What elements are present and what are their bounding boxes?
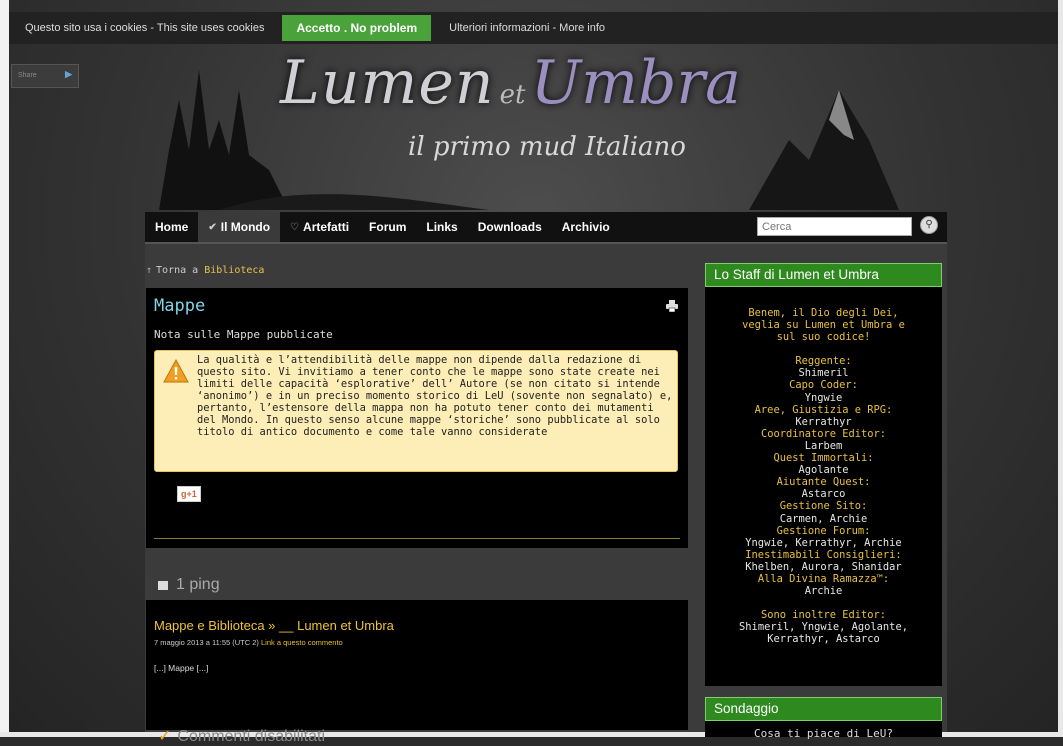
- staff-role: Capo Coder:: [789, 379, 858, 392]
- logo-word-umbra: Umbra: [530, 48, 741, 118]
- heart-icon: ♡: [290, 221, 300, 233]
- editors-names: Shimeril, Yngwie, Agolante,: [739, 621, 908, 634]
- post-divider: [154, 538, 680, 539]
- search-input[interactable]: [757, 217, 912, 236]
- post-subtitle: Nota sulle Mappe pubblicate: [154, 328, 333, 341]
- post-title: Mappe: [154, 296, 206, 316]
- post-article: Mappe Nota sulle Mappe pubblicate La qua…: [146, 288, 688, 548]
- warning-icon: [163, 359, 189, 383]
- logo-word-lumen: Lumen: [280, 48, 495, 118]
- arrow-right-icon: ▶: [65, 69, 72, 79]
- warning-text: La qualità e l’attendibilità delle mappe…: [197, 354, 673, 438]
- staff-role: Aiutante Quest:: [776, 476, 871, 489]
- poll-widget: Sondaggio Cosa ti piace di LeU?: [705, 697, 942, 740]
- nav-item-home[interactable]: Home: [145, 212, 198, 242]
- ping-permalink[interactable]: Link a questo commento: [261, 638, 343, 647]
- breadcrumb: ↑ Torna a Biblioteca: [146, 265, 264, 276]
- breadcrumb-link-biblioteca[interactable]: Biblioteca: [204, 265, 264, 276]
- staff-names: Khelben, Aurora, Shanidar: [745, 560, 902, 573]
- staff-names: Larbem: [804, 439, 843, 452]
- poll-question: Cosa ti piace di LeU?: [753, 727, 894, 740]
- share-tab[interactable]: Share ▶: [11, 64, 79, 88]
- staff-intro-line: sul suo codice!: [776, 331, 871, 344]
- comment-icon: [158, 580, 168, 590]
- ping-excerpt: [...] Mappe [...]: [154, 663, 209, 673]
- staff-role: Gestione Sito:: [779, 500, 868, 513]
- logo-word-et: et: [499, 80, 526, 110]
- accept-cookies-button[interactable]: Accetto . No problem: [282, 15, 432, 41]
- nav-item-links[interactable]: Links: [416, 212, 467, 242]
- site-logo[interactable]: Lumen et Umbra: [280, 48, 741, 118]
- staff-names: Astarco: [801, 488, 846, 501]
- nav-item-artefatti[interactable]: ♡ Artefatti: [280, 212, 359, 242]
- staff-widget: Lo Staff di Lumen et Umbra Benem, il Dio…: [705, 263, 942, 686]
- pings-heading: 1 ping: [158, 576, 220, 594]
- nav-item-il-mondo[interactable]: ✔ Il Mondo: [198, 212, 281, 242]
- staff-names: Agolante: [798, 464, 849, 477]
- share-label: Share: [18, 72, 37, 79]
- staff-role: Coordinatore Editor:: [760, 427, 887, 440]
- nav-item-downloads[interactable]: Downloads: [468, 212, 552, 242]
- cookie-more-info-link[interactable]: Ulteriori informazioni - More info: [449, 22, 605, 34]
- ping-date: 7 maggio 2013 a 11:55 (UTC 2): [154, 638, 259, 647]
- staff-role: Inestimabili Consiglieri:: [745, 548, 902, 561]
- ping-source-link[interactable]: Mappe e Biblioteca » __ Lumen et Umbra: [154, 618, 394, 633]
- staff-widget-body: Benem, il Dio degli Dei, veglia su Lumen…: [705, 287, 942, 645]
- staff-role: Aree, Giustizia e RPG:: [754, 403, 893, 416]
- comments-closed: ✓ Commenti disabilitati: [158, 728, 326, 745]
- staff-role: Reggente:: [795, 355, 852, 368]
- staff-intro-line: veglia su Lumen et Umbra e: [742, 319, 905, 332]
- staff-widget-title: Lo Staff di Lumen et Umbra: [705, 263, 942, 287]
- right-frame: [1058, 0, 1063, 737]
- staff-role: Alla Divina Ramazza™:: [757, 572, 890, 585]
- cookie-notice-text: Questo sito usa i cookies - This site us…: [25, 22, 265, 34]
- staff-names: Carmen, Archie: [779, 512, 868, 525]
- breadcrumb-prefix: Torna a: [156, 265, 199, 276]
- editors-label: Sono inoltre Editor:: [760, 609, 887, 622]
- staff-role: Gestione Forum:: [776, 524, 871, 537]
- google-plus-one-button[interactable]: g+1: [177, 486, 201, 502]
- cookie-bar: Questo sito usa i cookies - This site us…: [9, 12, 1058, 44]
- ping-meta: 7 maggio 2013 a 11:55 (UTC 2) Link a que…: [154, 638, 343, 647]
- staff-names: Yngwie: [804, 391, 843, 404]
- staff-names: Shimeril: [798, 367, 849, 380]
- left-frame: [0, 0, 9, 737]
- mountain-graphic: [749, 90, 899, 210]
- staff-names: Yngwie, Kerrathyr, Archie: [745, 536, 902, 549]
- site-tagline: il primo mud Italiano: [408, 132, 686, 162]
- nav-item-forum[interactable]: Forum: [359, 212, 416, 242]
- poll-widget-title: Sondaggio: [705, 697, 942, 721]
- staff-names: Kerrathyr: [795, 415, 852, 428]
- staff-names: Archie: [804, 585, 843, 598]
- search-icon[interactable]: ⚲: [920, 216, 938, 234]
- editors-names: Kerrathyr, Astarco: [767, 633, 880, 646]
- arrow-up-icon: ↑: [146, 265, 153, 276]
- print-icon[interactable]: [666, 300, 678, 312]
- nav-item-archivio[interactable]: Archivio: [552, 212, 620, 242]
- staff-intro-line: Benem, il Dio degli Dei,: [748, 307, 899, 319]
- ping-item: Mappe e Biblioteca » __ Lumen et Umbra 7…: [146, 600, 688, 730]
- warning-box: La qualità e l’attendibilità delle mappe…: [154, 350, 678, 472]
- staff-role: Quest Immortali:: [773, 452, 874, 465]
- chevron-down-icon: ✔: [208, 221, 217, 233]
